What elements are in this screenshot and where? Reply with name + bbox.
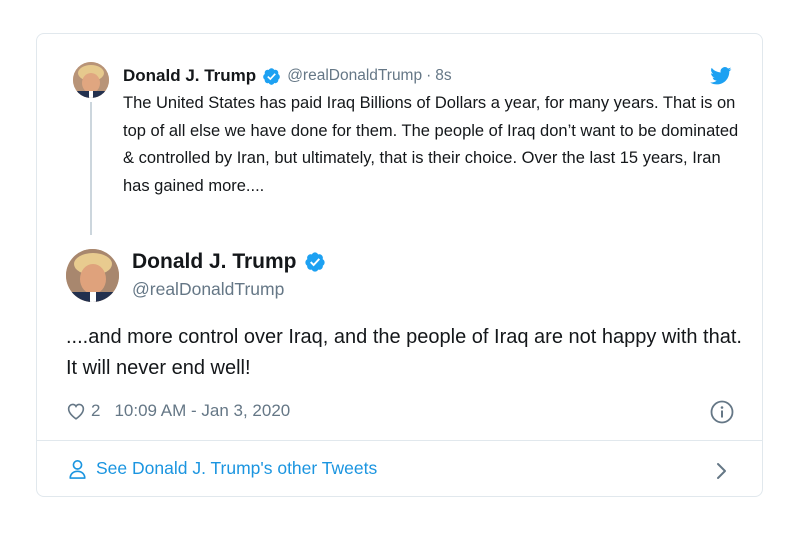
twitter-bird-icon[interactable] [710, 67, 732, 85]
embedded-tweet-card: Donald J. Trump @realDonaldTrump · 8s Th… [36, 33, 763, 497]
parent-tweet-time[interactable]: 8s [435, 67, 451, 85]
main-author-name-row: Donald J. Trump [132, 250, 326, 274]
see-other-tweets-label[interactable]: See Donald J. Trump's other Tweets [96, 458, 377, 479]
heart-icon[interactable] [66, 402, 86, 420]
parent-tweet-text: The United States has paid Iraq Billions… [123, 94, 739, 195]
person-icon [68, 459, 87, 479]
main-tweet-text: ....and more control over Iraq, and the … [66, 326, 742, 379]
verified-badge-icon [262, 67, 281, 86]
main-author-avatar[interactable] [66, 249, 119, 302]
parent-author-name[interactable]: Donald J. Trump [123, 66, 256, 86]
thread-connector-line [90, 102, 92, 235]
main-author-handle[interactable]: @realDonaldTrump [132, 279, 284, 300]
tweet-meta-row: 2 10:09 AM - Jan 3, 2020 [66, 400, 290, 422]
parent-author-handle[interactable]: @realDonaldTrump [287, 67, 422, 85]
see-other-tweets-link[interactable]: See Donald J. Trump's other Tweets [68, 458, 377, 479]
main-author-name[interactable]: Donald J. Trump [132, 250, 297, 274]
parent-author-avatar[interactable] [73, 62, 109, 98]
parent-tweet-header: Donald J. Trump @realDonaldTrump · 8s [123, 64, 452, 88]
like-count[interactable]: 2 [91, 401, 100, 421]
footer-divider [37, 440, 762, 441]
header-separator: · [426, 67, 432, 84]
tweet-timestamp[interactable]: 10:09 AM - Jan 3, 2020 [114, 401, 290, 421]
chevron-right-icon[interactable] [716, 462, 728, 480]
info-icon[interactable] [710, 400, 734, 424]
verified-badge-icon [304, 251, 326, 273]
